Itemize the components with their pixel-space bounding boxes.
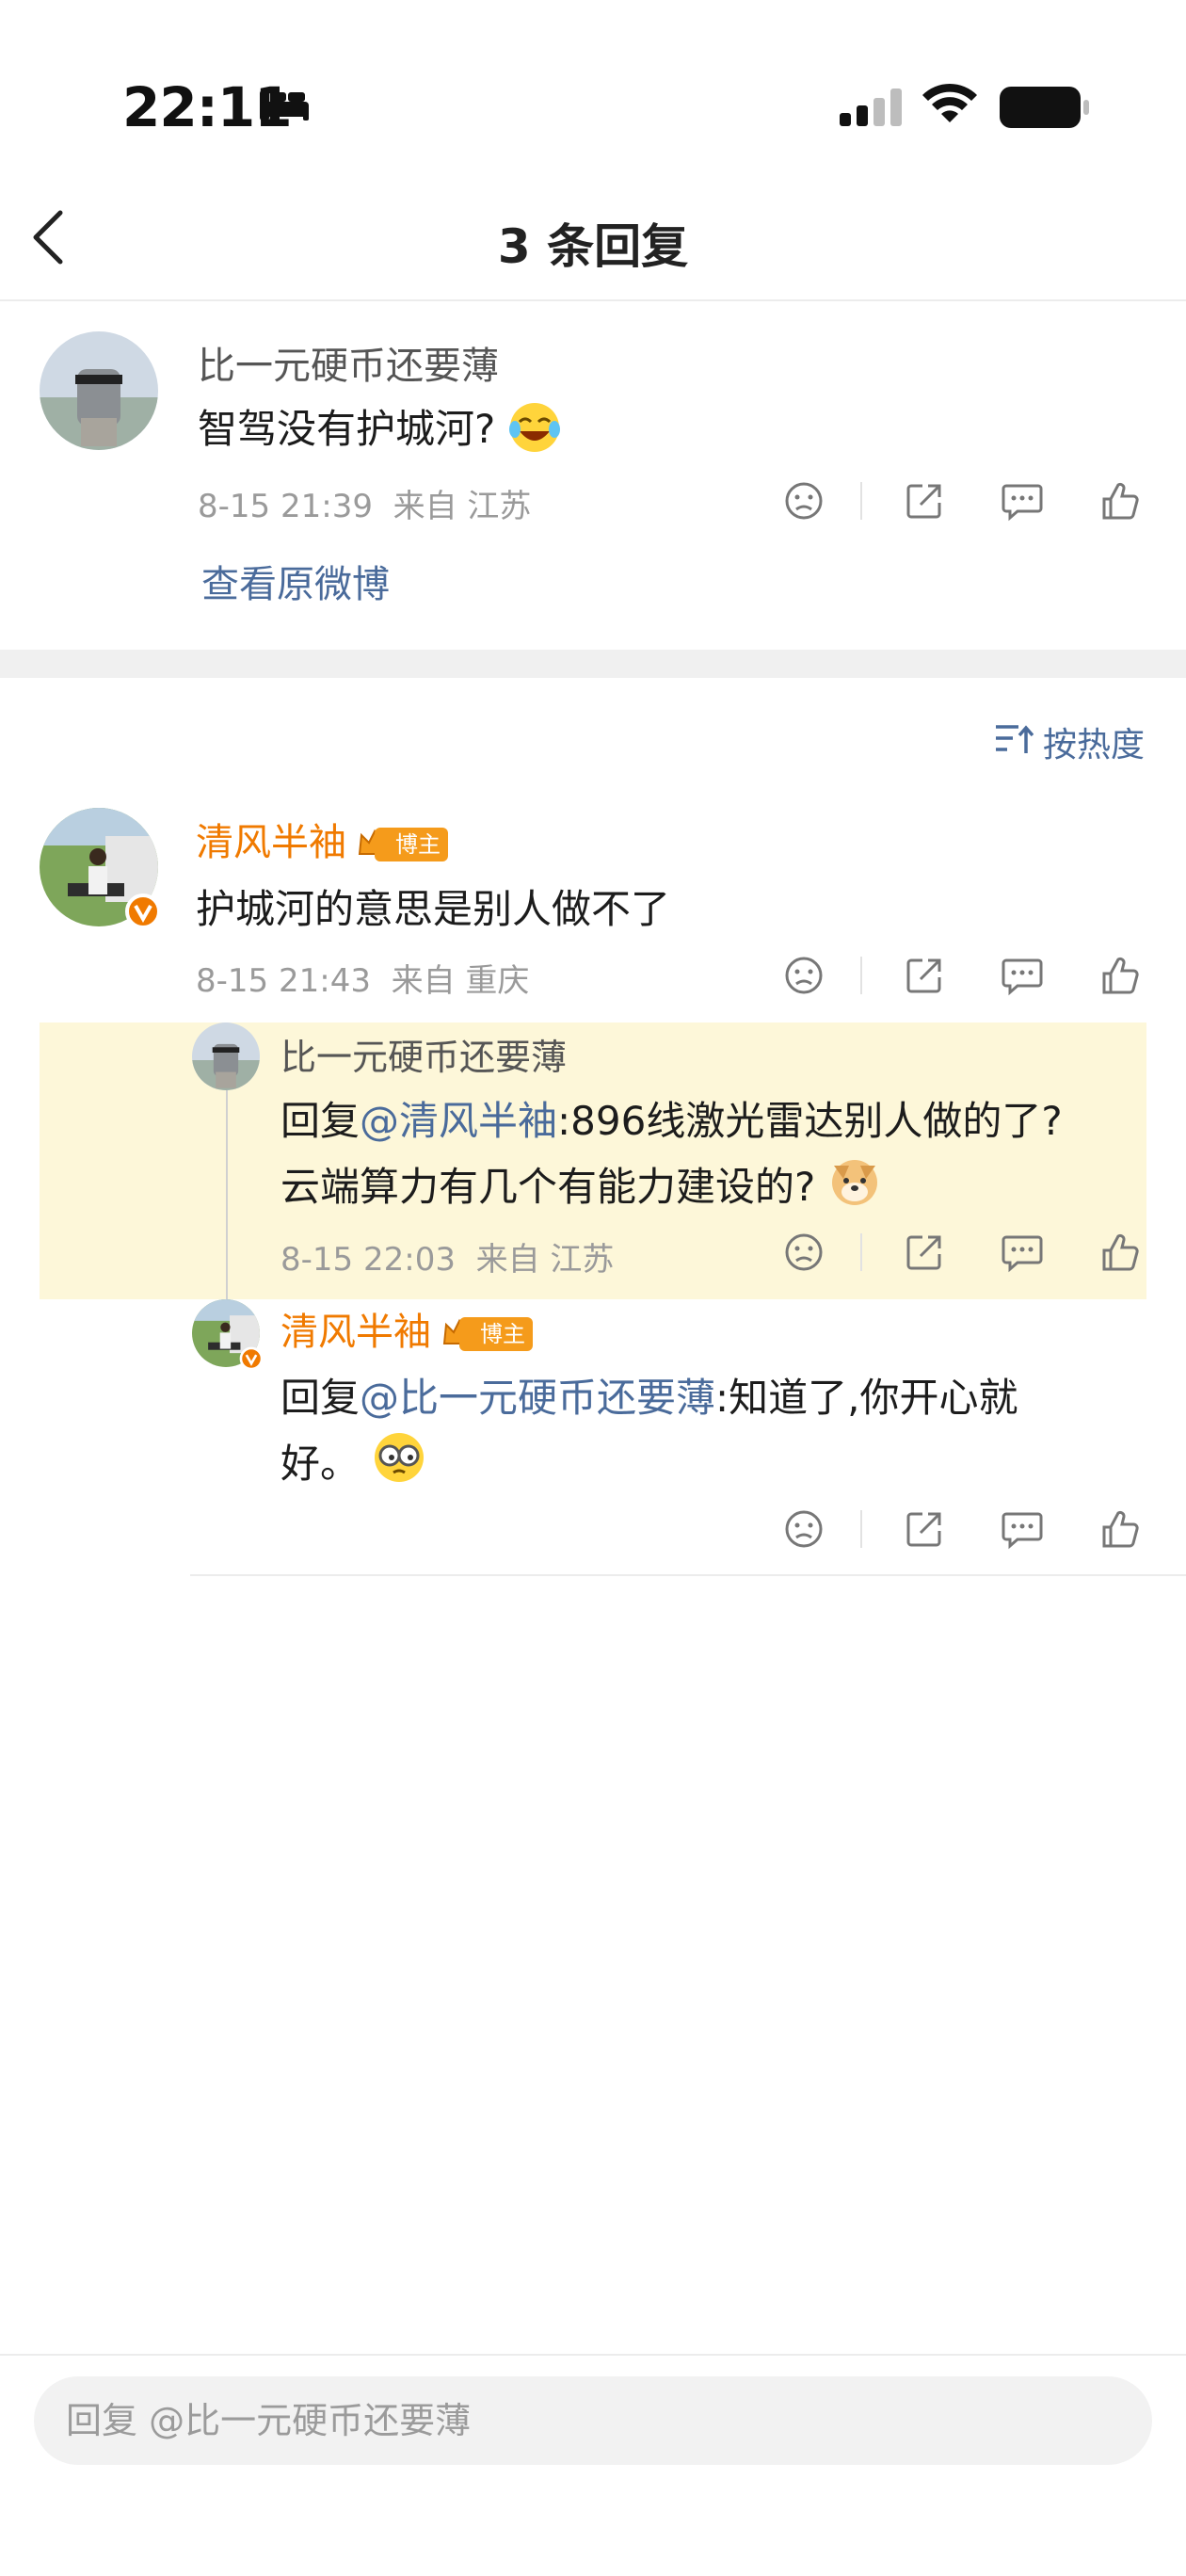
comment-meta: 8-15 22:03 来自 江苏	[280, 1241, 615, 1279]
signal-icon	[840, 89, 906, 130]
action-bar	[777, 1503, 1154, 1555]
comment-icon[interactable]	[996, 949, 1049, 1002]
doge-emoji-icon	[826, 1152, 883, 1227]
sort-toggle[interactable]: 按热度	[994, 716, 1145, 768]
comment-text: 回复@清风半袖:896线激光雷达别人做的了? 云端算力有几个有能力建设的?	[280, 1090, 1063, 1227]
glasses-emoji-icon	[371, 1429, 427, 1504]
comment-icon[interactable]	[996, 475, 1049, 527]
nav-divider	[0, 299, 1186, 301]
comment-meta: 8-15 21:43 来自 重庆	[196, 962, 530, 1000]
sort-label: 按热度	[1043, 726, 1146, 765]
avatar[interactable]	[192, 1299, 264, 1371]
blogger-badge: 博主	[356, 828, 448, 861]
sad-face-icon[interactable]	[777, 949, 830, 1002]
laughing-tears-emoji-icon	[506, 399, 563, 465]
reply-divider	[190, 1574, 1186, 1576]
sad-face-icon[interactable]	[777, 475, 830, 527]
share-icon[interactable]	[898, 1226, 951, 1279]
thread-line	[226, 1083, 228, 1318]
section-divider	[0, 650, 1186, 678]
mention-link[interactable]: @比一元硬币还要薄	[360, 1375, 715, 1421]
verified-badge-icon	[239, 1346, 264, 1371]
share-icon[interactable]	[898, 949, 951, 1002]
comment-icon[interactable]	[996, 1226, 1049, 1279]
footer-divider	[0, 2354, 1186, 2356]
comment-text: 回复@比一元硬币还要薄:知道了,你开心就 好。	[280, 1367, 1018, 1504]
page-title: 3 条回复	[497, 219, 689, 274]
share-icon[interactable]	[898, 475, 951, 527]
author-name[interactable]: 比一元硬币还要薄	[198, 335, 499, 390]
author-name[interactable]: 清风半袖 博主	[196, 812, 448, 866]
blogger-badge: 博主	[441, 1317, 533, 1351]
battery-icon	[1000, 87, 1090, 132]
action-bar	[777, 1226, 1154, 1279]
thumbs-up-icon[interactable]	[1094, 475, 1146, 527]
comment-icon[interactable]	[996, 1503, 1049, 1555]
share-icon[interactable]	[898, 1503, 951, 1555]
verified-badge-icon	[125, 894, 161, 929]
reply-input[interactable]	[34, 2376, 1152, 2465]
thumbs-up-icon[interactable]	[1094, 949, 1146, 1002]
view-original-link[interactable]: 查看原微博	[201, 554, 390, 608]
wifi-icon	[921, 83, 979, 130]
author-name[interactable]: 清风半袖 博主	[280, 1301, 533, 1356]
action-bar	[777, 949, 1154, 1002]
thumbs-up-icon[interactable]	[1094, 1226, 1146, 1279]
avatar[interactable]	[40, 331, 158, 450]
sad-face-icon[interactable]	[777, 1226, 830, 1279]
thumbs-up-icon[interactable]	[1094, 1503, 1146, 1555]
mention-link[interactable]: @清风半袖	[360, 1098, 557, 1144]
sad-face-icon[interactable]	[777, 1503, 830, 1555]
avatar[interactable]	[40, 808, 161, 929]
sort-icon	[994, 723, 1034, 761]
comment-text: 护城河的意思是别人做不了	[196, 886, 671, 932]
author-name[interactable]: 比一元硬币还要薄	[280, 1028, 567, 1080]
comment-meta: 8-15 21:39 来自 江苏	[198, 488, 532, 525]
action-bar	[777, 475, 1154, 527]
comment-text: 智驾没有护城河?	[198, 397, 563, 465]
avatar[interactable]	[192, 1022, 260, 1090]
sleep-mode-icon	[258, 89, 311, 126]
